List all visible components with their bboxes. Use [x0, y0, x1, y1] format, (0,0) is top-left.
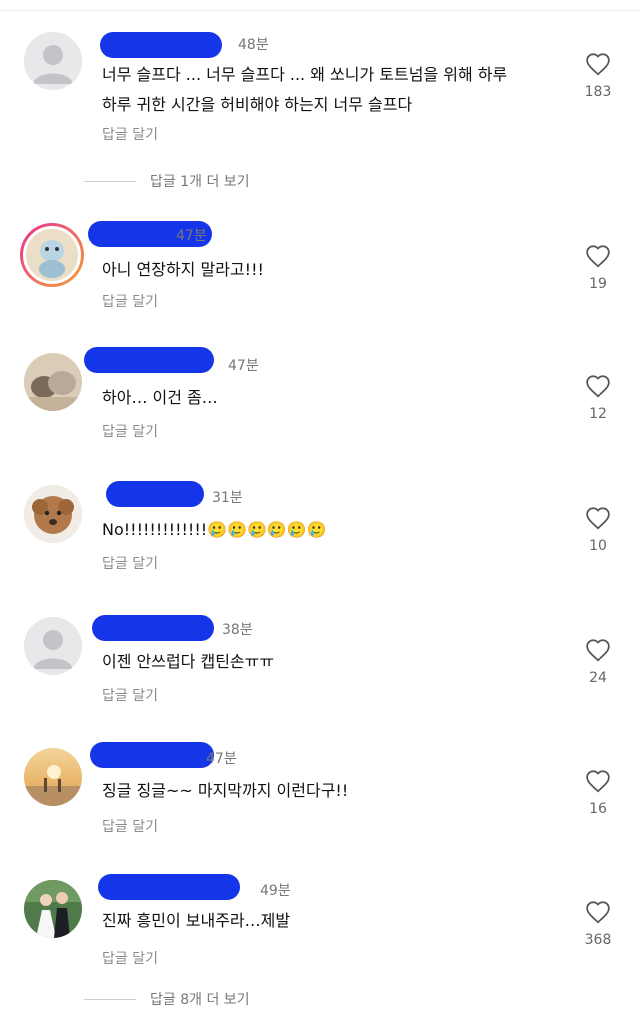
username-redacted[interactable] — [106, 481, 204, 507]
default-avatar[interactable] — [24, 617, 82, 675]
reply-button[interactable]: 답글 달기 — [102, 124, 158, 144]
dog-avatar[interactable] — [24, 485, 82, 543]
like-group: 12 — [578, 374, 618, 422]
sunset-avatar[interactable] — [24, 748, 82, 806]
like-group: 16 — [578, 769, 618, 817]
heart-outline-icon[interactable] — [585, 506, 611, 530]
character-avatar[interactable] — [20, 223, 84, 287]
username-redacted[interactable] — [100, 32, 222, 58]
comment-time: 47분 — [206, 751, 237, 767]
like-count: 19 — [589, 276, 607, 292]
heart-outline-icon[interactable] — [585, 769, 611, 793]
view-more-replies[interactable]: 답글 1개 더 보기 — [84, 171, 250, 191]
comment-text: 아니 연장하지 말라고!!! — [102, 260, 264, 279]
comment-text: 하아… 이건 좀… — [102, 388, 218, 407]
comment-time: 49분 — [260, 883, 291, 899]
like-group: 19 — [578, 244, 618, 292]
username-redacted[interactable] — [92, 615, 214, 641]
reply-button[interactable]: 답글 달기 — [102, 291, 158, 311]
reply-button[interactable]: 답글 달기 — [102, 553, 158, 573]
default-avatar[interactable] — [24, 32, 82, 90]
top-divider — [0, 10, 640, 11]
cat-avatar[interactable] — [24, 353, 82, 411]
heart-outline-icon[interactable] — [585, 244, 611, 268]
comment-text: 진짜 흥민이 보내주라…제발 — [102, 911, 291, 930]
like-count: 10 — [589, 538, 607, 554]
replies-divider — [84, 998, 136, 1000]
comment-time: 38분 — [222, 622, 253, 638]
like-count: 12 — [589, 406, 607, 422]
comment-time: 48분 — [238, 37, 269, 53]
reply-button[interactable]: 답글 달기 — [102, 948, 158, 968]
comment-text: 이젠 안쓰럽다 캡틴손ㅠㅠ — [102, 652, 275, 671]
comment-text: No!!!!!!!!!!!!!🥲🥲🥲🥲🥲🥲 — [102, 520, 327, 539]
wedding-avatar[interactable] — [24, 880, 82, 938]
comment-time: 47분 — [228, 358, 259, 374]
view-more-replies[interactable]: 답글 8개 더 보기 — [84, 989, 250, 1009]
username-redacted[interactable] — [98, 874, 240, 900]
username-redacted[interactable] — [84, 347, 214, 373]
like-count: 368 — [584, 932, 612, 948]
heart-outline-icon[interactable] — [585, 900, 611, 924]
like-count: 24 — [589, 670, 607, 686]
like-count: 16 — [589, 801, 607, 817]
like-group: 368 — [578, 900, 618, 948]
replies-divider — [84, 180, 136, 182]
comment-time: 47분 — [176, 228, 207, 244]
like-group: 183 — [578, 52, 618, 100]
like-group: 10 — [578, 506, 618, 554]
heart-outline-icon[interactable] — [585, 638, 611, 662]
comment-text: 징글 징글~~ 마지막까지 이런다구!! — [102, 781, 349, 800]
reply-button[interactable]: 답글 달기 — [102, 685, 158, 705]
reply-button[interactable]: 답글 달기 — [102, 421, 158, 441]
view-more-replies-label[interactable]: 답글 1개 더 보기 — [150, 171, 250, 191]
reply-button[interactable]: 답글 달기 — [102, 816, 158, 836]
comment-text-line: 하루 귀한 시간을 허비해야 하는지 너무 슬프다 — [102, 95, 413, 114]
username-redacted[interactable] — [90, 742, 214, 768]
comment-text-line: 너무 슬프다 ... 너무 슬프다 ... 왜 쏘니가 토트넘을 위해 하루 — [102, 65, 508, 84]
heart-outline-icon[interactable] — [585, 52, 611, 76]
like-count: 183 — [584, 84, 612, 100]
like-group: 24 — [578, 638, 618, 686]
comment-time: 31분 — [212, 490, 243, 506]
view-more-replies-label[interactable]: 답글 8개 더 보기 — [150, 989, 250, 1009]
comment-text: 너무 슬프다 ... 너무 슬프다 ... 왜 쏘니가 토트넘을 위해 하루 하… — [102, 60, 507, 120]
heart-outline-icon[interactable] — [585, 374, 611, 398]
